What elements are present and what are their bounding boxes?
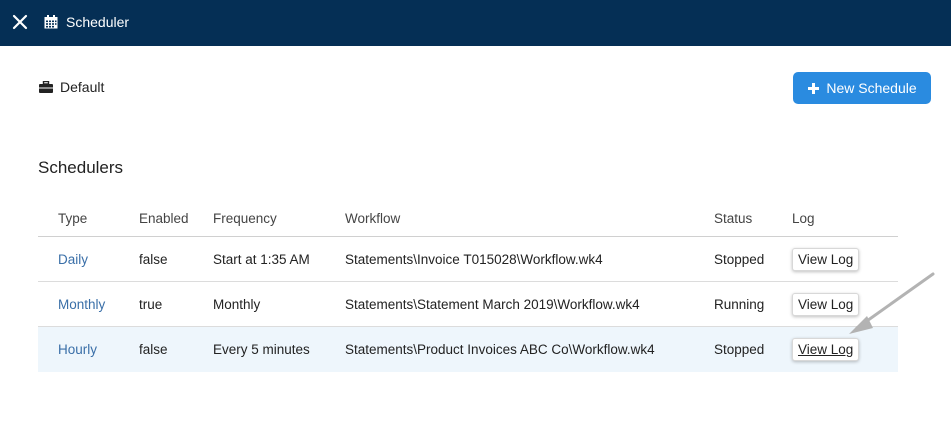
- enabled-value: false: [139, 342, 168, 357]
- table-row: Hourly false Every 5 minutes Statements\…: [38, 327, 898, 372]
- column-header-type: Type: [58, 210, 88, 226]
- enabled-value: false: [139, 251, 168, 267]
- context-name: Default: [60, 79, 105, 95]
- title-bar: Scheduler: [0, 0, 951, 46]
- view-log-button[interactable]: View Log: [792, 338, 860, 361]
- column-header-frequency: Frequency: [213, 210, 277, 226]
- frequency-value: Every 5 minutes: [213, 342, 310, 357]
- table-header: Type Enabled Frequency Workflow Status L…: [38, 200, 898, 237]
- status-value: Running: [714, 296, 765, 312]
- new-schedule-button[interactable]: New Schedule: [793, 72, 931, 104]
- workflow-path: Statements\Statement March 2019\Workflow…: [345, 296, 640, 312]
- column-header-status: Status: [714, 210, 753, 226]
- plus-icon: [808, 82, 820, 94]
- workflow-path: Statements\Product Invoices ABC Co\Workf…: [345, 342, 655, 357]
- close-icon[interactable]: [11, 13, 29, 31]
- column-header-enabled: Enabled: [139, 210, 189, 226]
- table-row: Daily false Start at 1:35 AM Statements\…: [38, 237, 898, 282]
- column-header-workflow: Workflow: [345, 210, 401, 226]
- frequency-value: Start at 1:35 AM: [213, 251, 310, 267]
- status-value: Stopped: [714, 342, 765, 357]
- view-log-button[interactable]: View Log: [792, 292, 860, 316]
- calendar-icon: [44, 15, 58, 29]
- view-log-button[interactable]: View Log: [792, 247, 860, 271]
- schedulers-table: Type Enabled Frequency Workflow Status L…: [38, 200, 898, 372]
- type-link[interactable]: Hourly: [58, 342, 97, 357]
- briefcase-icon: [39, 81, 53, 93]
- column-header-log: Log: [792, 210, 815, 226]
- type-link[interactable]: Daily: [58, 252, 88, 267]
- section-title: Schedulers: [38, 158, 124, 177]
- type-link[interactable]: Monthly: [58, 297, 105, 312]
- app-title: Scheduler: [66, 14, 130, 30]
- status-value: Stopped: [714, 251, 765, 267]
- context-label: Default: [39, 79, 104, 95]
- frequency-value: Monthly: [213, 296, 261, 312]
- table-row: Monthly true Monthly Statements\Statemen…: [38, 282, 898, 327]
- new-schedule-label: New Schedule: [826, 80, 917, 96]
- workflow-path: Statements\Invoice T015028\Workflow.wk4: [345, 251, 603, 267]
- enabled-value: true: [139, 296, 163, 312]
